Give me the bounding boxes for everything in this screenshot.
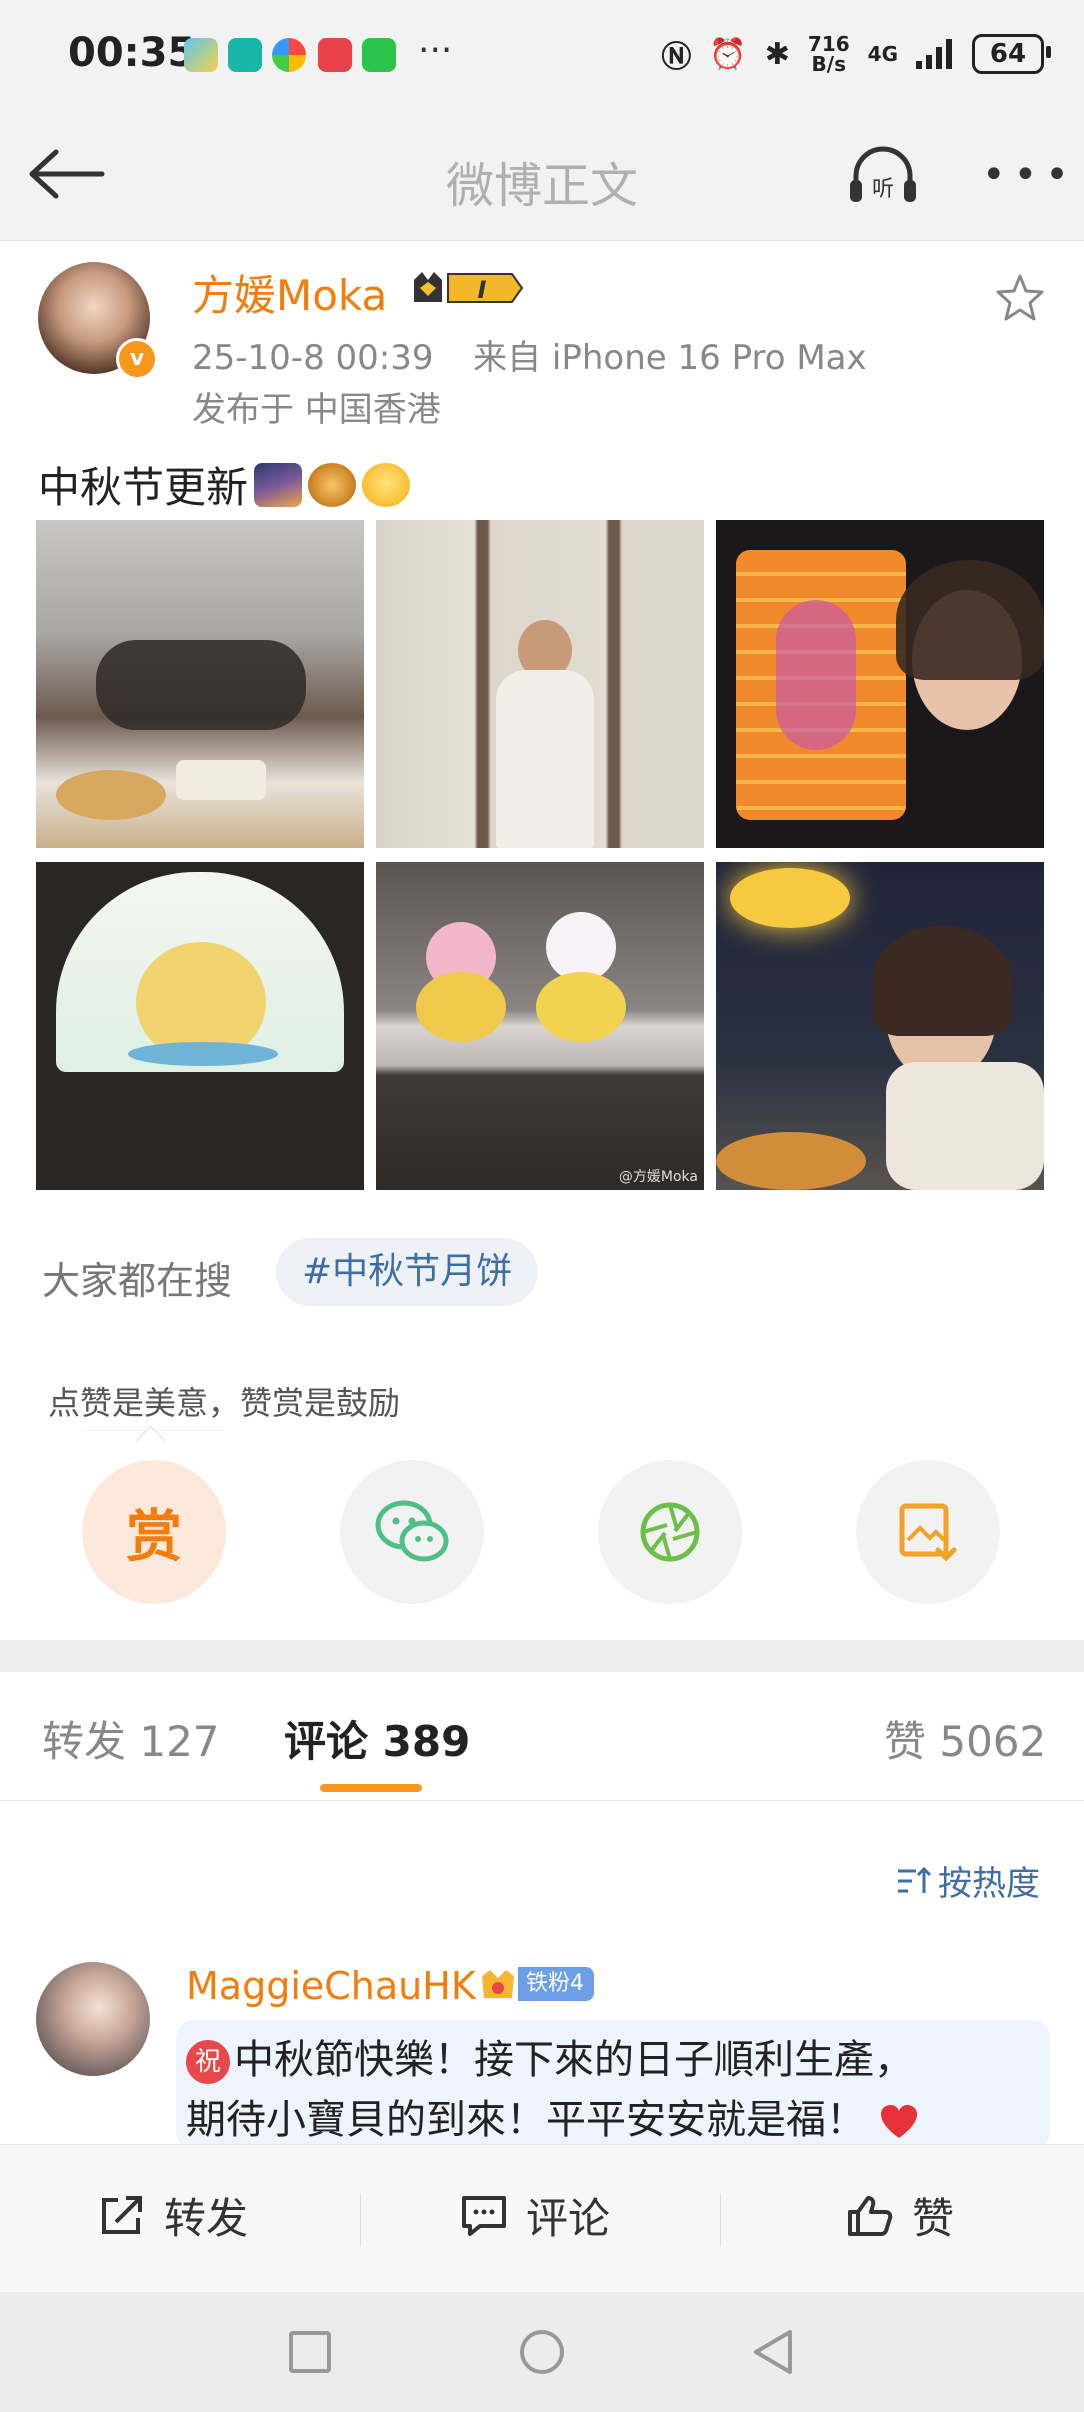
save-image-button[interactable] [856, 1460, 1000, 1604]
post-location: 发布于 中国香港 [192, 390, 441, 430]
photo-5-rabbit-cakes[interactable]: @方媛Moka [376, 862, 704, 1190]
commenter-avatar[interactable] [36, 1962, 150, 2076]
reward-button-label: 赏 [126, 1504, 182, 1570]
photo-2-white-dress[interactable] [376, 520, 704, 848]
game-app-icon [184, 38, 218, 72]
tabs-divider [0, 1800, 1084, 1801]
post-datetime: 25-10-8 00:39 [192, 338, 434, 378]
bottom-bar-separator [720, 2193, 721, 2247]
more-options-icon[interactable]: ••• [982, 155, 1077, 195]
photos-app-icon [272, 38, 306, 72]
network-type: 4G [867, 42, 898, 66]
section-divider [0, 1640, 1084, 1672]
share-moments-button[interactable] [598, 1460, 742, 1604]
bluetooth-icon: ✱ [764, 36, 790, 72]
top-nav-bar: 微博正文 听 ••• [0, 110, 1084, 241]
tab-like[interactable]: 赞 5062 [884, 1708, 1046, 1769]
commenter-fan-badge: 铁粉4 [478, 1966, 594, 2002]
sort-icon [898, 1866, 932, 1893]
like-label: 赞 [912, 2194, 955, 2243]
bottom-bar-separator [360, 2193, 361, 2247]
save-image-icon [899, 1503, 957, 1562]
battery-indicator: 64 [972, 34, 1051, 74]
fan-badge-label: 铁粉4 [518, 1967, 594, 2001]
heart-icon [880, 2105, 917, 2138]
reward-tip-text: 点赞是美意，赞赏是鼓励 [48, 1384, 401, 1422]
page-title: 微博正文 [445, 158, 638, 214]
post-text-body: 中秋节更新 [38, 463, 249, 512]
status-right-group: Ⓝ ⏰ ✱ 716 B/s 4G 64 [661, 32, 1051, 76]
status-bar: 00:35 ··· Ⓝ ⏰ ✱ 716 B/s 4G 64 [0, 0, 1084, 110]
comment-line-1: 中秋節快樂！接下來的日子順利生產， [234, 2037, 914, 2083]
verified-badge-icon: v [116, 338, 158, 380]
status-time: 00:35 [68, 30, 196, 76]
tab-comment[interactable]: 评论 389 [284, 1708, 470, 1769]
comment-text: 祝中秋節快樂！接下來的日子順利生產， 期待小寶貝的到來！平平安安就是福！ [186, 2030, 1046, 2150]
photo-1-family-dinner[interactable] [36, 520, 364, 848]
alarm-icon: ⏰ [709, 36, 747, 72]
sports-app-icon [228, 38, 262, 72]
signal-icon [916, 39, 952, 69]
photo-3-lantern[interactable] [716, 520, 1044, 848]
repost-label: 转发 [164, 2194, 249, 2243]
recents-square-icon[interactable] [288, 2330, 332, 2374]
listen-headphones-icon[interactable]: 听 [848, 146, 918, 206]
listen-icon-label: 听 [872, 177, 894, 202]
thumbs-up-icon [848, 2195, 893, 2236]
tab-repost[interactable]: 转发 127 [42, 1708, 220, 1769]
author-name[interactable]: 方媛Moka [192, 262, 387, 323]
post-source: 来自 iPhone 16 Pro Max [473, 338, 867, 378]
commenter-name[interactable]: MaggieChauHK [186, 1964, 476, 2008]
photo-6-night-mooncake[interactable] [716, 862, 1044, 1190]
more-notifications-icon: ··· [418, 30, 453, 71]
wechat-app-icon [362, 38, 396, 72]
moments-aperture-icon [640, 1502, 700, 1562]
net-speed: 716 B/s [807, 32, 850, 76]
photo-watermark: @方媛Moka [618, 1169, 698, 1185]
comment-label: 评论 [526, 2194, 611, 2243]
nfc-icon: Ⓝ [661, 40, 692, 75]
bottom-action-bar: 转发 评论 赞 [0, 2144, 1084, 2293]
fan-crown-icon [482, 1970, 514, 1998]
trending-search-label: 大家都在搜 [42, 1259, 233, 1303]
share-wechat-button[interactable] [340, 1460, 484, 1604]
reward-button[interactable]: 赏 [82, 1460, 226, 1604]
favorite-star-icon[interactable] [994, 272, 1046, 324]
post-meta: 25-10-8 00:39 来自 iPhone 16 Pro Max [192, 330, 867, 379]
active-tab-indicator [320, 1784, 422, 1792]
wechat-icon [375, 1500, 449, 1562]
repost-button[interactable]: 转发 [98, 2185, 248, 2246]
post-text: 中秋节更新 [38, 454, 411, 515]
vip-level: I [478, 276, 487, 304]
red-app-icon [318, 38, 352, 72]
blessing-badge-icon: 祝 [186, 2040, 230, 2084]
mooncake-emoji-icon [308, 462, 357, 507]
grin-emoji-icon [362, 462, 411, 507]
photo-4-cake-display[interactable] [36, 862, 364, 1190]
comment-button[interactable]: 评论 [460, 2185, 610, 2246]
home-circle-icon[interactable] [518, 2328, 566, 2376]
night-scene-emoji-icon [254, 462, 303, 507]
comment-icon [462, 2195, 506, 2236]
sort-toggle[interactable]: 按热度 [896, 1856, 1040, 1905]
comment-line-2: 期待小寶貝的到來！平平安安就是福！ [186, 2097, 866, 2143]
like-button[interactable]: 赞 [846, 2185, 954, 2246]
back-triangle-icon[interactable] [750, 2328, 794, 2376]
system-nav-bar [0, 2292, 1084, 2412]
vip-crown-badge-icon[interactable]: I [408, 268, 524, 308]
trending-topic-chip[interactable]: #中秋节月饼 [276, 1238, 539, 1306]
sort-label: 按热度 [938, 1864, 1040, 1904]
repost-icon [102, 2195, 142, 2234]
